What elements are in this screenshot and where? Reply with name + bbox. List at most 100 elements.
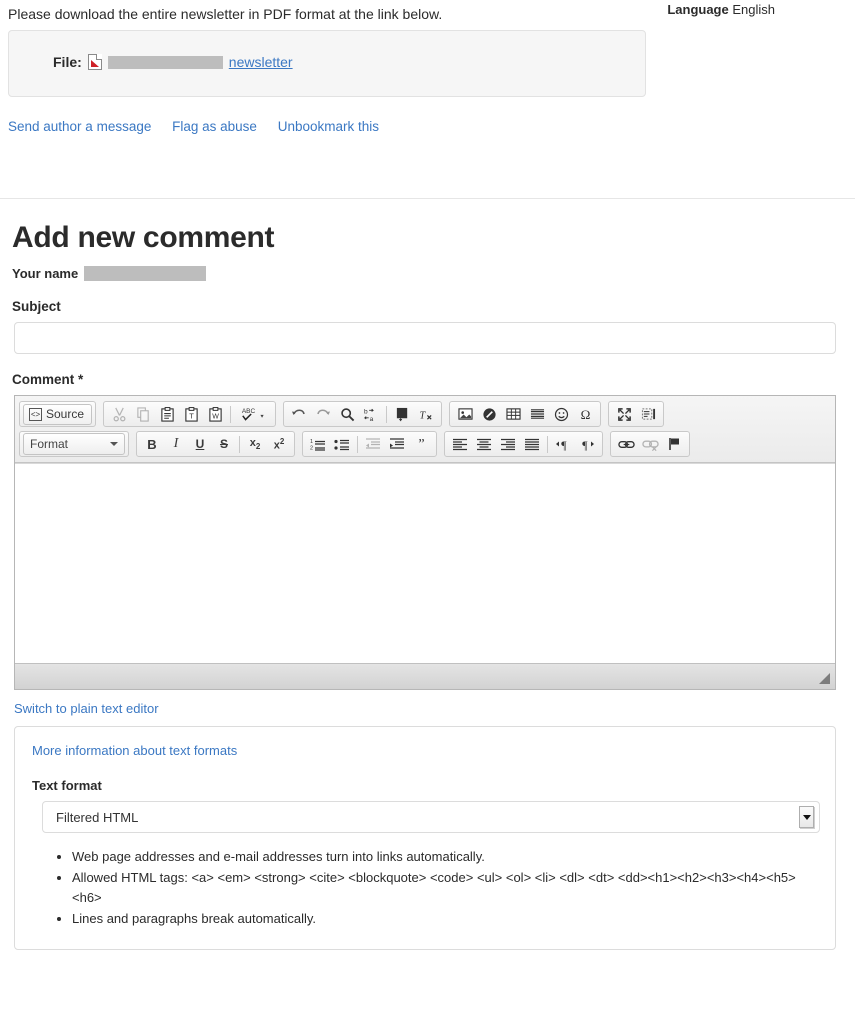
toolbar-group-document: <> Source	[19, 401, 97, 427]
image-icon[interactable]	[454, 404, 476, 424]
select-all-icon[interactable]	[391, 404, 413, 424]
source-button[interactable]: <> Source	[23, 403, 93, 425]
comment-editor-content-area[interactable]	[15, 463, 835, 663]
remove-format-icon[interactable]: T	[415, 404, 437, 424]
add-comment-form: Add new comment Your name Subject Commen…	[0, 215, 855, 950]
flag-as-abuse-link[interactable]: Flag as abuse	[172, 119, 257, 134]
svg-text:Ω: Ω	[580, 407, 590, 422]
blockquote-icon[interactable]: ”	[410, 434, 432, 454]
replace-icon[interactable]: ba	[360, 404, 382, 424]
toolbar-group-links	[610, 431, 690, 457]
svg-text:W: W	[212, 413, 219, 420]
align-center-icon[interactable]	[473, 434, 495, 454]
strikethrough-icon[interactable]: S	[213, 434, 235, 454]
text-format-selected-value: Filtered HTML	[56, 809, 139, 825]
bulleted-list-icon[interactable]	[331, 434, 353, 454]
unlink-icon[interactable]	[639, 434, 661, 454]
switch-to-plain-text-editor-link[interactable]: Switch to plain text editor	[0, 690, 855, 716]
select-dropdown-button[interactable]	[799, 806, 814, 828]
toolbar-group-paragraph-lists: 12 ”	[302, 431, 437, 457]
increase-indent-icon[interactable]	[386, 434, 408, 454]
paste-from-word-icon[interactable]: W	[204, 404, 226, 424]
link-icon[interactable]	[615, 434, 637, 454]
node-action-links: Send author a message Flag as abuse Unbo…	[8, 119, 396, 134]
justify-icon[interactable]	[521, 434, 543, 454]
source-code-icon: <>	[29, 407, 42, 421]
file-attachment-box: File: newsletter	[8, 30, 646, 97]
more-information-about-text-formats-link[interactable]: More information about text formats	[15, 743, 835, 758]
smiley-icon[interactable]	[550, 404, 572, 424]
toolbar-separator	[357, 435, 358, 453]
editor-toolbox: <> Source T W ABC b a T Ω Format B I U S…	[15, 396, 835, 463]
text-direction-rtl-icon[interactable]: ¶	[576, 434, 598, 454]
format-combo[interactable]: Format	[23, 433, 125, 455]
chevron-down-icon	[110, 442, 118, 446]
redo-icon[interactable]	[312, 404, 334, 424]
toolbar-group-styles: Format	[19, 431, 129, 457]
unbookmark-this-link[interactable]: Unbookmark this	[278, 119, 379, 134]
page-title: Add new comment	[12, 221, 275, 254]
svg-text:T: T	[189, 411, 194, 420]
your-name-field: Your name	[0, 260, 855, 281]
toolbar-group-clipboard: T W ABC	[103, 401, 277, 427]
editor-resize-grip[interactable]	[819, 673, 830, 684]
chevron-down-icon	[802, 814, 811, 820]
language-value: English	[732, 2, 775, 17]
pdf-file-icon	[87, 54, 102, 70]
find-icon[interactable]	[336, 404, 358, 424]
svg-text:1: 1	[310, 439, 313, 445]
text-format-label: Text format	[32, 778, 102, 793]
toolbar-group-tools	[608, 401, 665, 427]
show-blocks-icon[interactable]	[637, 404, 659, 424]
anchor-icon[interactable]	[663, 434, 685, 454]
toolbar-separator	[547, 435, 548, 453]
subject-input[interactable]	[14, 322, 836, 354]
italic-icon[interactable]: I	[165, 434, 187, 454]
file-row: File: newsletter	[53, 54, 293, 70]
section-divider	[0, 198, 855, 199]
align-right-icon[interactable]	[497, 434, 519, 454]
undo-icon[interactable]	[288, 404, 310, 424]
editor-toolbar-row-2: Format B I U S x2 x2 12 ” ¶ ¶	[19, 431, 831, 457]
toolbar-separator	[239, 435, 240, 453]
text-format-help-list: Web page addresses and e-mail addresses …	[15, 847, 835, 930]
paste-icon[interactable]	[156, 404, 178, 424]
toolbar-separator	[386, 405, 388, 423]
format-combo-label: Format	[30, 437, 69, 451]
send-author-a-message-link[interactable]: Send author a message	[8, 119, 151, 134]
bold-icon[interactable]: B	[141, 434, 163, 454]
underline-icon[interactable]: U	[189, 434, 211, 454]
align-left-icon[interactable]	[449, 434, 471, 454]
source-button-label: Source	[46, 407, 85, 421]
spell-check-as-you-type-icon[interactable]: ABC	[235, 404, 271, 424]
list-item: Allowed HTML tags: <a> <em> <strong> <ci…	[72, 868, 815, 908]
toolbar-group-basicstyles: B I U S x2 x2	[136, 431, 295, 457]
editor-footer-bar	[15, 663, 835, 689]
text-direction-ltr-icon[interactable]: ¶	[552, 434, 574, 454]
special-character-icon[interactable]: Ω	[574, 404, 596, 424]
numbered-list-icon[interactable]: 12	[307, 434, 329, 454]
your-name-value-redacted	[84, 266, 207, 281]
svg-text:¶: ¶	[561, 438, 567, 451]
comment-rich-text-editor: <> Source T W ABC b a T Ω Format B I U S…	[14, 395, 836, 690]
horizontal-rule-icon[interactable]	[526, 404, 548, 424]
svg-text:a: a	[369, 416, 373, 422]
language-label: Language	[667, 2, 729, 17]
paste-as-plain-text-icon[interactable]: T	[180, 404, 202, 424]
decrease-indent-icon[interactable]	[362, 434, 384, 454]
copy-icon[interactable]	[132, 404, 154, 424]
superscript-icon[interactable]: x2	[268, 434, 290, 454]
maximize-icon[interactable]	[613, 404, 635, 424]
intro-text: Please download the entire newsletter in…	[8, 6, 443, 22]
text-format-select[interactable]: Filtered HTML	[42, 801, 820, 833]
file-download-link[interactable]: newsletter	[229, 54, 293, 70]
list-item: Lines and paragraphs break automatically…	[72, 909, 815, 929]
subscript-icon[interactable]: x2	[244, 434, 266, 454]
language-field: Language English	[667, 2, 775, 17]
table-icon[interactable]	[502, 404, 524, 424]
cut-icon[interactable]	[108, 404, 130, 424]
svg-text:¶: ¶	[582, 438, 588, 451]
editor-toolbar-row-1: <> Source T W ABC b a T Ω	[19, 401, 831, 427]
text-format-panel: More information about text formats Text…	[14, 726, 836, 950]
flash-icon[interactable]	[478, 404, 500, 424]
